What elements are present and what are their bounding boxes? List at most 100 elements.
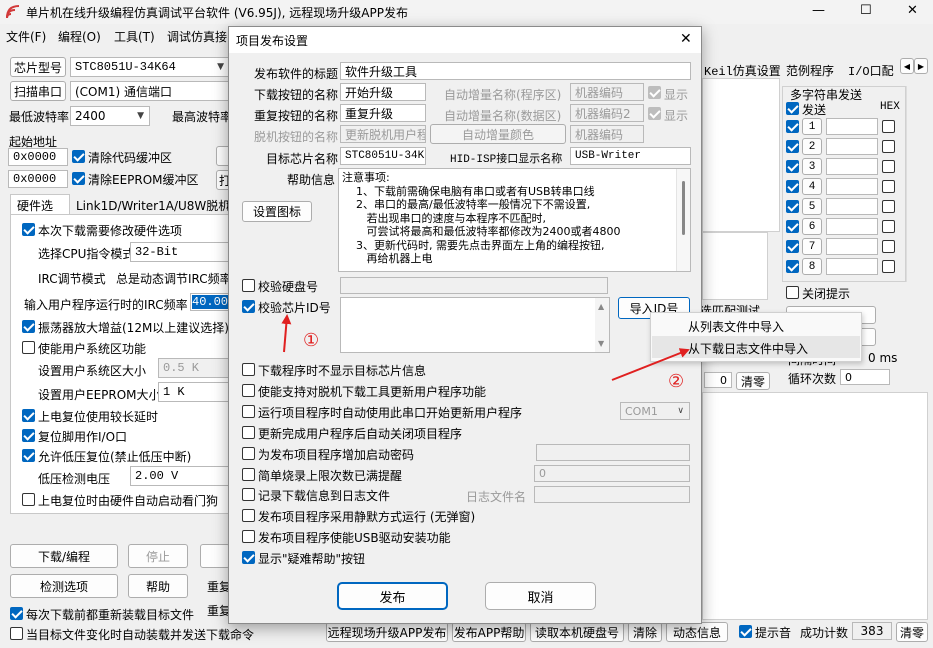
help-info-textarea[interactable]: 注意事项: 1、下载前需确保电脑有串口或者有USB转串口线 2、串口的最高/最低…	[338, 168, 691, 272]
send-row-checkbox[interactable]	[786, 240, 799, 253]
lvd-reset-checkbox[interactable]	[22, 449, 35, 462]
eeprom-size-select[interactable]: 1 K	[158, 382, 234, 402]
dialog-close-button[interactable]: ✕	[680, 31, 692, 47]
send-row-button[interactable]: 7	[802, 238, 822, 255]
tab-scroll-left[interactable]: ◀	[900, 58, 914, 74]
multi-string-scrollbar[interactable]	[906, 86, 918, 282]
user-sys-area-checkbox[interactable]	[22, 341, 35, 354]
chip-id-scrollbar[interactable]: ▲ ▼	[595, 298, 609, 352]
chip-id-list[interactable]: ▲ ▼	[340, 297, 610, 353]
reset-pin-io-checkbox[interactable]	[22, 429, 35, 442]
minimize-button[interactable]: —	[812, 3, 825, 18]
send-row-button[interactable]: 5	[802, 198, 822, 215]
download-btn-name-input[interactable]: 开始升级	[340, 83, 426, 101]
tab-scroll-right[interactable]: ▶	[914, 58, 928, 74]
menu-tools[interactable]: 工具(T)	[114, 28, 155, 45]
offline-btn-name-input[interactable]: 更新脱机用户程	[340, 125, 426, 143]
cpu-mode-select[interactable]: 32-Bit	[130, 242, 234, 262]
chip-model-select[interactable]: STC8051U-34K64 ▼	[70, 57, 230, 77]
publish-option-checkbox[interactable]	[242, 446, 255, 460]
maximize-button[interactable]: ☐	[860, 3, 872, 18]
clear-zero-button[interactable]: 清零	[736, 372, 770, 390]
clear-eeprom-buffer-checkbox[interactable]	[72, 172, 85, 185]
machine-code-field[interactable]: 机器编码	[570, 125, 644, 143]
tab-offline[interactable]: Link1D/Writer1A/U8W脱机	[76, 197, 230, 214]
send-row-button[interactable]: 4	[802, 178, 822, 195]
menu-file[interactable]: 文件(F)	[6, 28, 46, 45]
clear-count-button[interactable]: 清零	[896, 622, 928, 642]
send-row-input[interactable]	[826, 118, 878, 135]
hw-watchdog-checkbox[interactable]	[22, 493, 35, 506]
send-row-hex-checkbox[interactable]	[882, 240, 895, 253]
publish-option-checkbox[interactable]	[242, 530, 255, 544]
publish-button[interactable]: 发布	[337, 582, 448, 610]
send-row-button[interactable]: 8	[802, 258, 822, 275]
send-row-button[interactable]: 1	[802, 118, 822, 135]
publish-option-checkbox[interactable]	[242, 488, 255, 502]
publish-option-checkbox[interactable]	[242, 425, 255, 439]
publish-help-button[interactable]: 发布APP帮助	[452, 622, 526, 642]
modify-hw-checkbox[interactable]	[22, 223, 35, 236]
help-button[interactable]: 帮助	[128, 574, 188, 598]
publish-option-checkbox[interactable]	[242, 551, 255, 565]
chip-model-button[interactable]: 芯片型号	[10, 57, 66, 77]
com-port-select[interactable]: COM1 ∨	[620, 402, 690, 420]
close-tip-checkbox[interactable]	[786, 286, 799, 299]
scan-port-button[interactable]: 扫描串口	[10, 81, 66, 101]
send-row-checkbox[interactable]	[786, 140, 799, 153]
help-scrollbar[interactable]	[676, 169, 690, 271]
min-baud-select[interactable]: 2400 ▼	[70, 106, 150, 126]
publish-option-checkbox[interactable]	[242, 404, 255, 418]
send-row-input[interactable]	[826, 258, 878, 275]
send-row-button[interactable]: 3	[802, 158, 822, 175]
sys-area-size-select[interactable]: 0.5 K	[158, 358, 234, 378]
hid-input[interactable]: USB-Writer	[570, 147, 691, 165]
menu-import-from-list[interactable]: 从列表文件中导入	[688, 318, 784, 335]
extra-button[interactable]	[200, 544, 230, 568]
send-row-checkbox[interactable]	[786, 120, 799, 133]
send-row-checkbox[interactable]	[786, 220, 799, 233]
show2-checkbox[interactable]	[648, 107, 661, 120]
menu-program[interactable]: 编程(O)	[58, 28, 101, 45]
machine-code2-input[interactable]: 机器编码2	[570, 104, 644, 122]
log-file-input[interactable]	[534, 486, 690, 503]
help-scroll-thumb[interactable]	[682, 181, 685, 235]
lvd-voltage-select[interactable]: 2.00 V	[130, 466, 234, 486]
verify-disk-checkbox[interactable]	[242, 279, 255, 292]
send-row-input[interactable]	[826, 238, 878, 255]
publish-option-checkbox[interactable]	[242, 509, 255, 523]
reload-each-checkbox[interactable]	[10, 607, 23, 620]
verify-chip-id-checkbox[interactable]	[242, 300, 255, 313]
read-disk-button[interactable]: 读取本机硬盘号	[530, 622, 624, 642]
limit-count-field[interactable]: 0	[534, 465, 690, 482]
port-select[interactable]: (COM1) 通信端口	[70, 81, 230, 101]
cancel-button[interactable]: 取消	[485, 582, 596, 610]
reset-delay-checkbox[interactable]	[22, 409, 35, 422]
send-row-input[interactable]	[826, 218, 878, 235]
auto-inc-color-button[interactable]: 自动增量颜色	[430, 124, 566, 144]
send-row-hex-checkbox[interactable]	[882, 140, 895, 153]
send-row-hex-checkbox[interactable]	[882, 180, 895, 193]
publish-option-checkbox[interactable]	[242, 363, 255, 376]
tab-keil-settings[interactable]: Keil仿真设置	[704, 62, 781, 79]
menu-import-from-log[interactable]: 从下载日志文件中导入	[688, 340, 808, 357]
publish-option-checkbox[interactable]	[242, 467, 255, 481]
publish-option-checkbox[interactable]	[242, 383, 255, 397]
zero-field[interactable]: 0	[704, 372, 732, 388]
scroll-down-icon[interactable]: ▼	[598, 339, 604, 348]
send-row-button[interactable]: 2	[802, 138, 822, 155]
send-row-checkbox[interactable]	[786, 200, 799, 213]
password-field[interactable]	[536, 444, 690, 461]
show-checkbox[interactable]	[648, 86, 661, 99]
remote-publish-button[interactable]: 远程现场升级APP发布	[326, 622, 448, 642]
loop-count-input[interactable]: 0	[840, 369, 890, 385]
send-all-checkbox[interactable]	[786, 102, 799, 115]
send-row-input[interactable]	[826, 138, 878, 155]
clear-code-buffer-checkbox[interactable]	[72, 150, 85, 163]
eeprom-address-input[interactable]: 0x0000	[8, 170, 68, 188]
tab-hardware[interactable]: 硬件选项	[10, 194, 70, 230]
set-icon-button[interactable]: 设置图标	[242, 201, 312, 222]
irc-mode-value[interactable]: 总是动态调节IRC频率	[116, 270, 232, 287]
clear-button[interactable]: 清除	[628, 622, 662, 642]
machine-code-input[interactable]: 机器编码	[570, 83, 644, 101]
